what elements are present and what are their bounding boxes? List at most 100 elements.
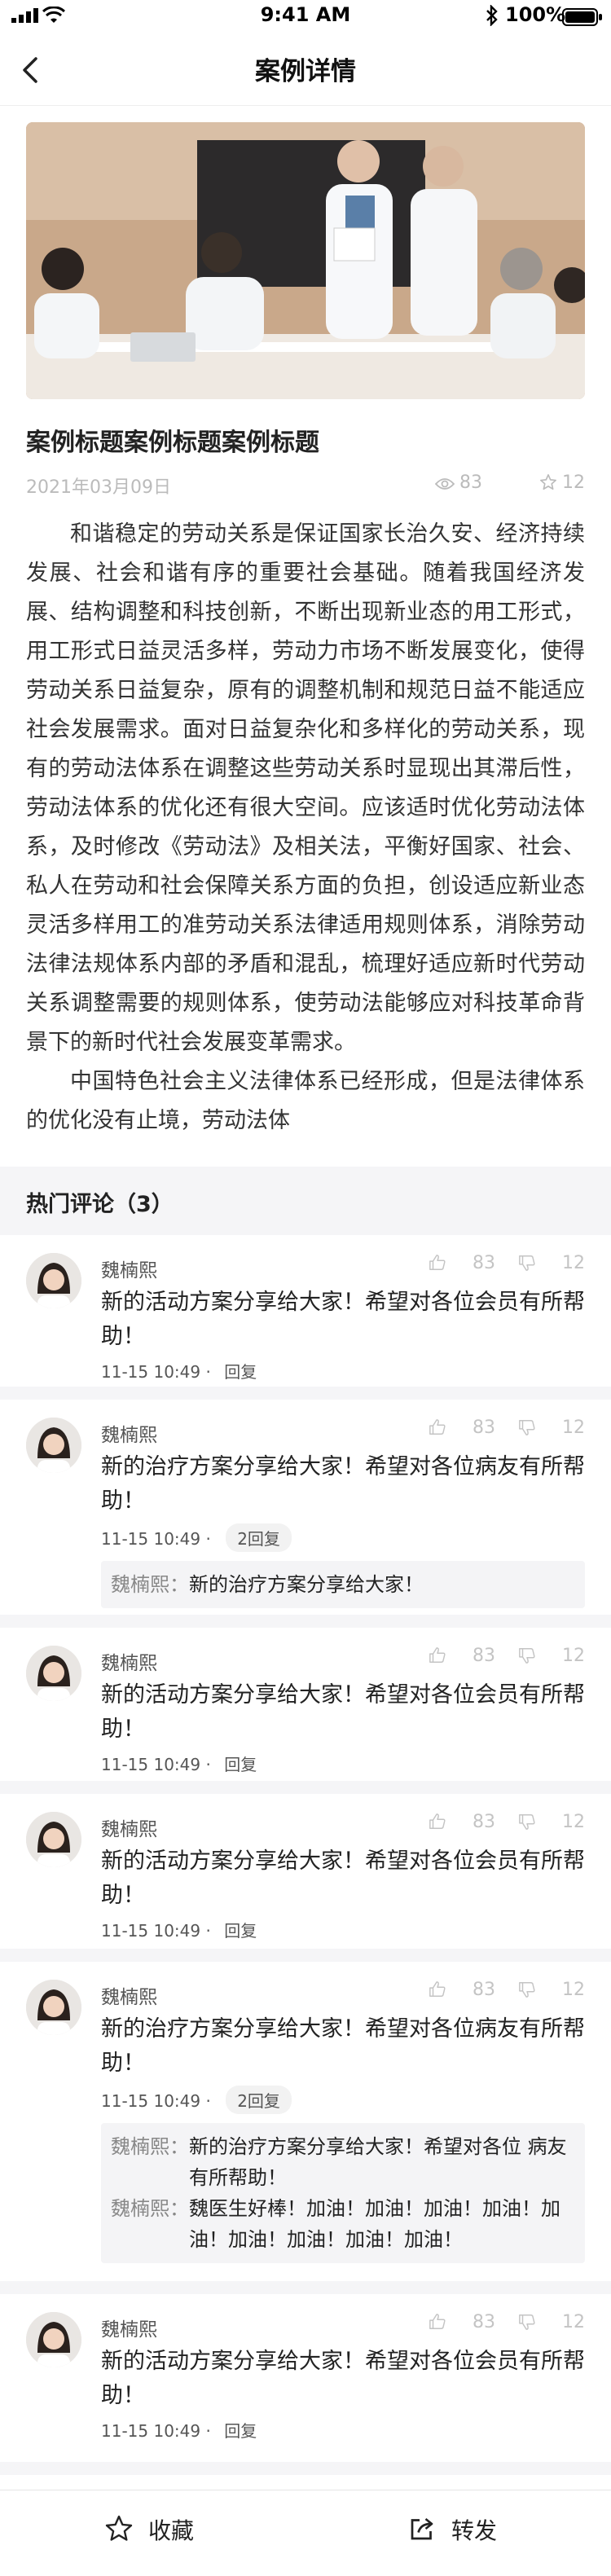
comment-like-count: 83: [473, 2312, 495, 2332]
battery-icon: [562, 8, 602, 26]
article-title: 案例标题案例标题案例标题: [26, 429, 319, 457]
comment-item: 魏楠熙 83 12 新的活动方案分享给大家！希望对各位会员有所帮助！ 11-15 10:…: [0, 1235, 611, 1400]
comment-like-button[interactable]: 83: [429, 1980, 495, 2000]
comment-text: 新的活动方案分享给大家！希望对各位会员有所帮助！: [101, 2349, 585, 2408]
comment-like-count: 83: [473, 1253, 495, 1273]
comment-dislike-button[interactable]: 12: [518, 1812, 585, 1832]
reply-author[interactable]: 魏楠熙：: [111, 1569, 189, 1600]
comment-dislike-button[interactable]: 12: [518, 1418, 585, 1438]
comment-date: 11-15: [101, 1921, 149, 1941]
comment-date: 11-15: [101, 2091, 149, 2111]
star-outline-icon: [540, 474, 556, 490]
comment-like-button[interactable]: 83: [429, 1812, 495, 1832]
avatar[interactable]: [26, 1253, 81, 1308]
thumbs-down-icon: [519, 1255, 535, 1271]
comments-header: 热门评论（3）: [0, 1167, 611, 1235]
comment-time: 10:49: [153, 1362, 201, 1382]
comment-item: 魏楠熙 83 12 新的活动方案分享给大家！希望对各位会员有所帮助！ 11-15 10:…: [0, 1794, 611, 1962]
reply-button[interactable]: 回复: [224, 1752, 257, 1775]
comment-text: 新的活动方案分享给大家！希望对各位会员有所帮助！: [101, 1848, 585, 1908]
comment-dislike-button[interactable]: 12: [518, 1980, 585, 2000]
avatar[interactable]: [26, 1646, 81, 1701]
avatar[interactable]: [26, 2312, 81, 2367]
comment-text: 新的治疗方案分享给大家！希望对各位病友有所帮助！: [101, 2016, 585, 2076]
thumbs-down-icon: [519, 2314, 535, 2330]
case-hero-image: [26, 122, 585, 399]
comment-meta: 11-15 10:49 · 回复: [101, 1752, 257, 1775]
comment-time: 10:49: [153, 2091, 201, 2111]
comment-time: 10:49: [153, 1529, 201, 1549]
reply-button[interactable]: 回复: [224, 2418, 257, 2442]
comment-like-button[interactable]: 83: [429, 2312, 495, 2332]
comment-actions: 83 12: [406, 1980, 585, 2000]
article-meta: 2021年03月09日 83 12: [26, 473, 585, 502]
comment-date: 11-15: [101, 2421, 149, 2441]
comment-dislike-button[interactable]: 12: [518, 1253, 585, 1273]
comment-text: 新的活动方案分享给大家！希望对各位会员有所帮助！: [101, 1682, 585, 1742]
reply-list: 魏楠熙： 新的治疗方案分享给大家！希望对各位 病友有所帮助！ 魏楠熙： 魏医生好棒！加…: [101, 2123, 585, 2263]
comment-actions: 83 12: [406, 1646, 585, 1666]
comment-meta: 11-15 10:49 · 回复: [101, 2418, 257, 2442]
favorite-button[interactable]: 收藏: [104, 2513, 194, 2546]
reply-button[interactable]: 2回复: [226, 2086, 292, 2114]
comment-actions: 83 12: [406, 1812, 585, 1832]
share-label: 转发: [451, 2517, 498, 2544]
comment-dislike-count: 12: [562, 2312, 585, 2332]
comment-like-button[interactable]: 83: [429, 1646, 495, 1666]
avatar[interactable]: [26, 1812, 81, 1867]
thumbs-down-icon: [519, 1420, 535, 1435]
reply-author[interactable]: 魏楠熙：: [111, 2193, 189, 2255]
avatar[interactable]: [26, 1418, 81, 1473]
page-title: 案例详情: [255, 57, 356, 86]
status-bar: 9:41 AM 100%: [0, 0, 611, 33]
share-button[interactable]: 转发: [407, 2513, 497, 2546]
reply-button[interactable]: 2回复: [226, 1523, 292, 1552]
comment-like-button[interactable]: 83: [429, 1253, 495, 1273]
comment-meta: 11-15 10:49 · 回复: [101, 1918, 257, 1941]
comment-author: 魏楠熙: [101, 1425, 157, 1446]
reply-author[interactable]: 魏楠熙：: [111, 2131, 189, 2193]
like-count[interactable]: 12: [539, 473, 585, 493]
eye-icon: [434, 478, 455, 490]
comment-actions: 83 12: [406, 1253, 585, 1273]
article-body: 和谐稳定的劳动关系是保证国家长治久安、经济持续发展、社会和谐有序的重要社会基础。…: [26, 515, 585, 1141]
reply-text: 新的治疗方案分享给大家！希望对各位 病友有所帮助！: [189, 2135, 567, 2189]
comment-time: 10:49: [153, 1755, 201, 1774]
view-count: 83: [434, 473, 482, 493]
comment-dislike-button[interactable]: 12: [518, 2312, 585, 2332]
comment-dislike-count: 12: [562, 1253, 585, 1273]
comment-actions: 83 12: [406, 1418, 585, 1438]
thumbs-down-icon: [519, 1814, 535, 1830]
reply-item: 魏楠熙： 新的治疗方案分享给大家！希望对各位 病友有所帮助！: [111, 2131, 575, 2193]
comment-item: 魏楠熙 83 12 新的治疗方案分享给大家！希望对各位病友有所帮助！ 11-15 10:…: [0, 1400, 611, 1628]
comment-text: 新的活动方案分享给大家！希望对各位会员有所帮助！: [101, 1290, 585, 1349]
comment-author: 魏楠熙: [101, 1260, 157, 1281]
comment-like-button[interactable]: 83: [429, 1418, 495, 1438]
comment-time: 10:49: [153, 2421, 201, 2441]
reply-button[interactable]: 回复: [224, 1918, 257, 1941]
comment-actions: 83 12: [406, 2312, 585, 2332]
comment-like-count: 83: [473, 1646, 495, 1666]
thumbs-up-icon: [429, 1813, 446, 1829]
nav-bar: 案例详情: [0, 33, 611, 106]
comment-author: 魏楠熙: [101, 1987, 157, 2008]
avatar[interactable]: [26, 1980, 81, 2035]
comment-item: 魏楠熙 83 12 新的治疗方案分享给大家！希望对各位病友有所帮助！ 11-15 10:…: [0, 1962, 611, 2294]
reply-item: 魏楠熙： 新的治疗方案分享给大家！: [111, 1569, 575, 1600]
like-count-value: 12: [562, 473, 585, 493]
reply-item: 魏楠熙： 魏医生好棒！加油！加油！加油！加油！加油！加油！加油！加油！加油！: [111, 2193, 575, 2255]
star-outline-icon: [105, 2515, 133, 2541]
thumbs-down-icon: [519, 1982, 535, 1998]
article-date: 2021年03月09日: [26, 477, 171, 498]
comment-meta: 11-15 10:49 · 回复: [101, 1359, 257, 1383]
comments-title: 热门评论（3）: [26, 1192, 174, 1217]
reply-button[interactable]: 回复: [224, 1359, 257, 1383]
comment-dislike-button[interactable]: 12: [518, 1646, 585, 1666]
bottom-bar: 收藏 转发: [0, 2490, 611, 2576]
article-paragraph: 中国特色社会主义法律体系已经形成，但是法律体系的优化没有止境，劳动法体: [26, 1069, 585, 1133]
comment-like-count: 83: [473, 1980, 495, 2000]
comment-meta: 11-15 10:49 · 2回复: [101, 1523, 292, 1552]
comment-time: 10:49: [153, 1921, 201, 1941]
comment-date: 11-15: [101, 1755, 149, 1774]
thumbs-up-icon: [429, 2314, 446, 2329]
